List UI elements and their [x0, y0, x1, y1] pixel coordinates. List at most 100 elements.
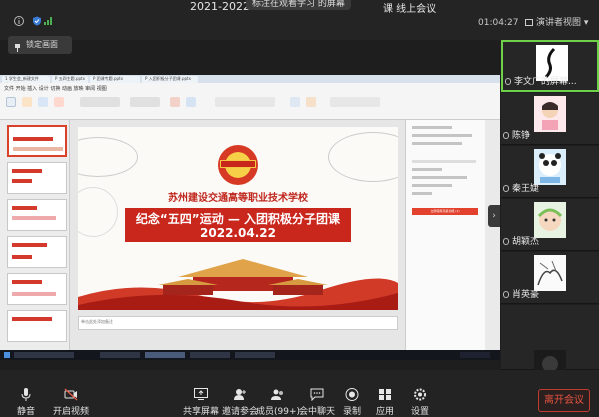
screen-share-notice: 标注在观看学习 的屏幕	[246, 0, 351, 10]
shield-icon[interactable]	[32, 16, 42, 26]
participant-name: 李文广的屏幕...	[514, 77, 577, 87]
slide-thumb[interactable]	[7, 162, 67, 194]
tool-icon[interactable]	[80, 97, 120, 107]
taskbar-app[interactable]	[145, 352, 185, 358]
taskbar-app[interactable]	[100, 352, 140, 358]
invite-icon	[234, 389, 246, 400]
browser-tab[interactable]: 1 学生会_新建文件夹.pptx	[2, 76, 50, 83]
slide-thumbnails	[0, 120, 70, 350]
tool-icon[interactable]	[38, 97, 48, 107]
browser-tab[interactable]: P 团课专题.pptx	[90, 76, 140, 83]
lock-screen-button[interactable]: 锁定画面	[8, 36, 72, 54]
participant-tile[interactable]: 胡颖杰	[501, 199, 599, 251]
settings-button[interactable]: 设置	[394, 370, 446, 417]
members-icon	[271, 389, 283, 400]
slide-thumb[interactable]	[7, 273, 67, 305]
tool-icon[interactable]	[215, 97, 275, 107]
cloud-decoration	[78, 137, 138, 177]
slide-thumb[interactable]	[7, 236, 67, 268]
participant-video	[534, 202, 566, 238]
slide-date: 2022.04.22	[200, 226, 276, 240]
mic-icon	[503, 238, 509, 245]
browser-tab[interactable]: P 入团积极分子团课.pptx	[142, 76, 198, 83]
video-label: 开启视频	[52, 407, 89, 417]
os-taskbar	[0, 350, 500, 360]
slide-thumb[interactable]	[7, 310, 67, 342]
pin-icon	[14, 41, 21, 52]
participant-tile[interactable]: 肖英豪	[501, 252, 599, 304]
meeting-toolbar: 静音 开启视频 共享屏幕 邀请参会 成员(99+) 会中聊天 录制 应用 设置 …	[0, 370, 599, 417]
meeting-title-suffix: 课 线上会议	[383, 4, 437, 15]
participant-name: 陈铮	[512, 131, 531, 141]
taskbar-clock	[460, 352, 490, 358]
tool-icon[interactable]	[306, 97, 316, 107]
tool-icon[interactable]	[290, 97, 300, 107]
notes-field[interactable]: 单击此处添加备注	[78, 316, 398, 330]
mic-icon	[503, 185, 509, 192]
participant-name: 胡颖杰	[512, 237, 540, 247]
tool-icon[interactable]	[54, 97, 64, 107]
view-mode-button[interactable]: 演讲者视图 ▾	[525, 15, 588, 28]
tool-icon[interactable]	[170, 97, 180, 107]
taskbar-app[interactable]	[190, 352, 230, 358]
tool-icon[interactable]	[6, 97, 16, 107]
participant-tile[interactable]: 陈铮	[501, 93, 599, 145]
participant-tile[interactable]: 秦王婕	[501, 146, 599, 198]
leave-meeting-button[interactable]: 离开会议	[538, 389, 590, 412]
tool-icon[interactable]	[22, 97, 32, 107]
participant-tile[interactable]: 李文广的屏幕...	[501, 40, 599, 92]
participant-name: 肖英豪	[512, 290, 540, 300]
participant-name: 秦王婕	[512, 184, 540, 194]
meeting-title: 2021-2022:	[190, 0, 254, 13]
school-name: 苏州建设交通高等职业技术学校	[168, 193, 308, 204]
tool-icon[interactable]	[330, 97, 380, 107]
participant-video	[534, 350, 566, 372]
cloud-decoration	[328, 132, 398, 182]
slide-thumb[interactable]	[7, 199, 67, 231]
tool-icon[interactable]	[130, 97, 160, 107]
youth-league-emblem	[218, 145, 258, 185]
shared-screen: 1 学生会_新建文件夹.pptx P 五四主题.pptx P 团课专题.pptx…	[0, 75, 500, 360]
settings-label: 设置	[410, 407, 429, 417]
panel-cta-button[interactable]: 立即使用高级功能 (1)	[412, 208, 478, 215]
microphone-icon	[21, 388, 31, 401]
slide-title-banner: 纪念“五四”运动 — 入团积极分子团课 2022.04.22	[125, 208, 351, 242]
video-button[interactable]: 开启视频	[43, 370, 99, 417]
browser-tab[interactable]: P 五四主题.pptx	[52, 76, 88, 83]
apps-icon	[379, 389, 391, 400]
chat-icon	[310, 388, 324, 401]
slide-canvas: 苏州建设交通高等职业技术学校 纪念“五四”运动 — 入团积极分子团课 2022.…	[70, 120, 405, 350]
taskbar-search[interactable]	[14, 352, 74, 358]
start-icon[interactable]	[4, 352, 10, 358]
lock-screen-label: 锁定画面	[26, 40, 58, 49]
current-slide[interactable]: 苏州建设交通高等职业技术学校 纪念“五四”运动 — 入团积极分子团课 2022.…	[78, 127, 398, 310]
tool-icon[interactable]	[186, 97, 196, 107]
record-icon	[345, 388, 359, 401]
ppt-ribbon: 文件 开始 插入 设计 切换 动画 放映 审阅 视图	[0, 83, 500, 120]
participant-video	[534, 96, 566, 132]
ppt-menu: 文件 开始 插入 设计 切换 动画 放映 审阅 视图	[4, 86, 107, 92]
share-screen-icon	[194, 388, 208, 400]
mic-icon	[505, 78, 511, 85]
meeting-timer: 01:04:27	[478, 18, 519, 28]
palace-illustration	[158, 259, 328, 295]
taskbar-app[interactable]	[235, 352, 275, 358]
signal-icon[interactable]	[43, 16, 53, 26]
participant-tile[interactable]	[501, 305, 599, 372]
window-topbar: 2021-2022: 标注在观看学习 的屏幕 课 线上会议 01:04:27 演…	[0, 0, 599, 40]
browser-tab-strip: 1 学生会_新建文件夹.pptx P 五四主题.pptx P 团课专题.pptx…	[0, 75, 500, 83]
mic-icon	[503, 132, 509, 139]
ppt-side-panel: 立即使用高级功能 (1)	[405, 120, 485, 350]
participant-video	[534, 149, 566, 185]
slide-thumb[interactable]	[7, 125, 67, 157]
gear-icon	[414, 388, 426, 401]
collapse-sidebar-button[interactable]: ›	[488, 205, 500, 227]
participant-sidebar: 李文广的屏幕... 陈铮 秦王婕 胡颖杰 肖英豪	[501, 40, 599, 372]
info-icon[interactable]	[14, 16, 24, 26]
view-mode-label: 演讲者视图	[536, 18, 582, 28]
slide-title: 纪念“五四”运动 — 入团积极分子团课	[135, 212, 341, 226]
ppt-right-toolbar	[485, 120, 500, 350]
mic-icon	[503, 291, 509, 298]
participant-video	[534, 255, 566, 291]
camera-off-icon	[64, 388, 78, 401]
